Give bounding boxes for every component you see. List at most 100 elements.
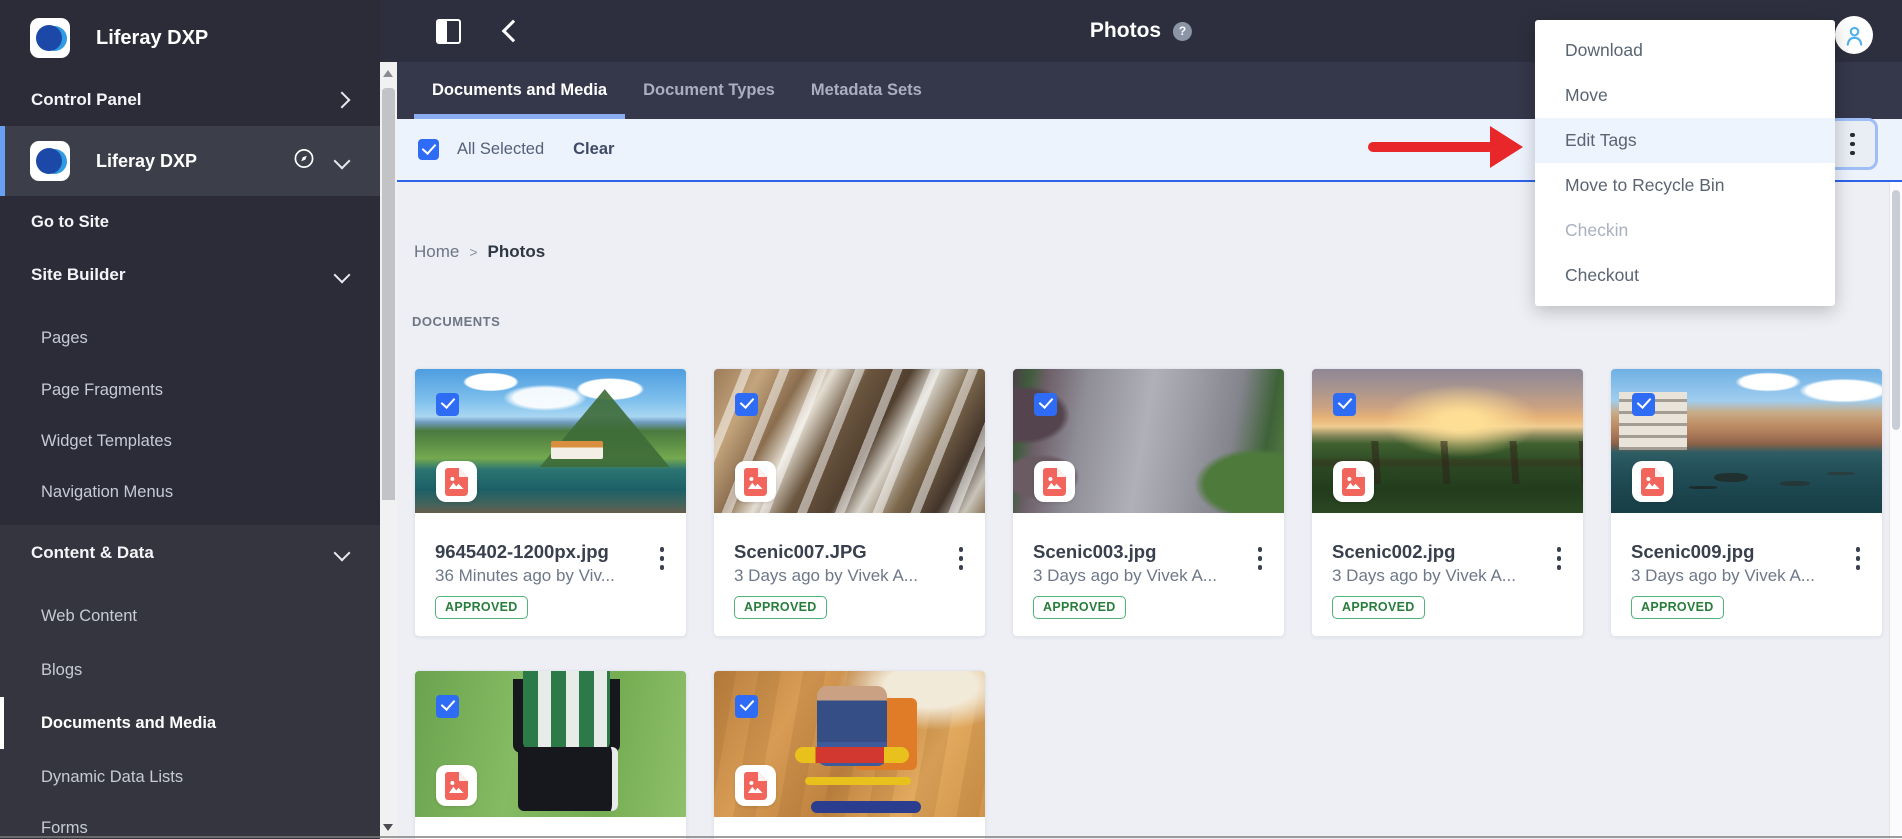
sidebar-item-go-to-site[interactable]: Go to Site [0,200,380,244]
card-checkbox-checked-icon[interactable] [1333,393,1356,416]
product-menu-toggle-icon[interactable] [436,18,461,44]
sidebar-item-widget-templates[interactable]: Widget Templates [0,419,380,463]
image-file-type-icon [1632,461,1673,502]
document-card[interactable]: Scenic002.jpg 3 Days ago by Vivek A... A… [1311,368,1584,637]
card-body: 9645402-1200px.jpg 36 Minutes ago by Viv… [415,513,686,619]
sidebar-item-dynamic-data-lists[interactable]: Dynamic Data Lists [0,755,380,799]
menu-item-checkout[interactable]: Checkout [1535,253,1835,298]
tab-metadata-sets[interactable]: Metadata Sets [793,62,940,119]
document-title: 9645402-1200px.jpg [435,541,609,562]
scroll-up-arrow-icon[interactable] [383,70,393,77]
status-badge: APPROVED [1033,596,1126,619]
document-card[interactable] [713,670,986,839]
sidebar-item-label: Web Content [41,606,138,625]
menu-item-move-to-recycle-bin[interactable]: Move to Recycle Bin [1535,163,1835,208]
documents-section-label: DOCUMENTS [412,314,501,329]
card-actions-kebab-icon[interactable] [958,547,963,570]
tab-document-types[interactable]: Document Types [625,62,793,119]
selection-status-label: All Selected [457,140,545,158]
help-icon[interactable]: ? [1173,21,1193,41]
clear-selection-button[interactable]: Clear [573,140,614,159]
person-icon [1846,26,1862,46]
document-thumbnail [1013,369,1284,513]
image-file-type-icon [1034,461,1075,502]
card-actions-kebab-icon[interactable] [1855,547,1860,570]
sidebar-item-label: Pages [41,328,88,347]
sidebar-item-forms[interactable]: Forms [0,806,380,839]
card-body: Scenic009.jpg 3 Days ago by Vivek A... A… [1611,513,1882,619]
chevron-right-icon [333,91,351,109]
card-actions-kebab-icon[interactable] [659,547,664,570]
status-badge: APPROVED [734,596,827,619]
image-file-type-icon [735,765,776,806]
breadcrumb-separator: > [469,244,478,260]
document-thumbnail [714,671,985,817]
document-card[interactable] [414,670,687,839]
card-checkbox-checked-icon[interactable] [1632,393,1655,416]
document-title: Scenic002.jpg [1332,541,1456,562]
card-checkbox-checked-icon[interactable] [436,393,459,416]
sidebar-item-page-fragments[interactable]: Page Fragments [0,368,380,412]
actions-dropdown-menu: Download Move Edit Tags Move to Recycle … [1535,20,1835,306]
breadcrumb: Home > Photos [414,242,545,262]
annotation-red-arrow-head [1490,126,1523,168]
document-thumbnail [1312,369,1583,513]
card-checkbox-checked-icon[interactable] [1034,393,1057,416]
image-file-type-icon [436,765,477,806]
menu-item-checkin: Checkin [1565,220,1629,240]
menu-item-move[interactable]: Move [1535,73,1835,118]
liferay-logo-icon [30,141,70,181]
sidebar-item-label: Widget Templates [41,431,172,450]
card-checkbox-checked-icon[interactable] [735,393,758,416]
document-modified-meta: 3 Days ago by Vivek A... [1033,566,1217,585]
sidebar-item-label: Dynamic Data Lists [41,767,184,786]
page-title: Photos [1089,19,1162,42]
document-card[interactable]: Scenic007.JPG 3 Days ago by Vivek A... A… [713,368,986,637]
document-thumbnail [415,369,686,513]
breadcrumb-home-link[interactable]: Home [414,242,459,262]
sidebar-item-documents-and-media[interactable]: Documents and Media [0,697,380,749]
scrollbar-thumb[interactable] [1892,190,1900,430]
document-card[interactable]: Scenic003.jpg 3 Days ago by Vivek A... A… [1012,368,1285,637]
sidebar-item-content-and-data[interactable]: Content & Data [0,531,380,575]
sidebar-item-pages[interactable]: Pages [0,316,380,360]
tab-documents-and-media[interactable]: Documents and Media [414,62,626,119]
user-avatar[interactable] [1835,16,1873,54]
liferay-logo-icon [30,18,70,58]
document-thumbnail [714,369,985,513]
status-badge: APPROVED [435,596,528,619]
scrollbar-thumb[interactable] [382,88,395,500]
sidebar-item-label: Forms [41,818,88,837]
card-body: Scenic007.JPG 3 Days ago by Vivek A... A… [714,513,985,619]
card-checkbox-checked-icon[interactable] [735,695,758,718]
sidebar-item-web-content[interactable]: Web Content [0,594,380,638]
scroll-down-arrow-icon[interactable] [383,824,393,831]
sidebar-item-label: Liferay DXP [96,150,198,171]
document-card[interactable]: 9645402-1200px.jpg 36 Minutes ago by Viv… [414,368,687,637]
image-file-type-icon [1333,461,1374,502]
card-actions-kebab-icon[interactable] [1556,547,1561,570]
chevron-down-icon [333,266,351,284]
card-actions-kebab-icon[interactable] [1257,547,1262,570]
back-chevron-icon[interactable] [501,19,525,43]
document-card-row [414,670,986,839]
document-card-row: 9645402-1200px.jpg 36 Minutes ago by Viv… [414,368,1883,637]
sidebar-item-blogs[interactable]: Blogs [0,648,380,692]
liferay-dxp-window: Liferay DXP Control Panel Liferay DXP Go… [0,0,1902,839]
card-checkbox-checked-icon[interactable] [436,695,459,718]
document-card[interactable]: Scenic009.jpg 3 Days ago by Vivek A... A… [1610,368,1883,637]
brand-title: Liferay DXP [96,26,209,49]
menu-item-edit-tags[interactable]: Edit Tags [1535,118,1835,163]
active-item-indicator [0,697,4,749]
sidebar-item-navigation-menus[interactable]: Navigation Menus [0,470,380,514]
chevron-down-icon [333,152,351,170]
sidebar-item-label: Navigation Menus [41,482,174,501]
select-all-checkbox-checked[interactable] [418,139,439,160]
menu-item-download[interactable]: Download [1535,28,1835,73]
sidebar-item-liferay-dxp-site[interactable]: Liferay DXP [0,126,380,196]
sidebar-item-site-builder[interactable]: Site Builder [0,253,380,297]
active-site-accent-bar [0,126,5,196]
sidebar-item-control-panel[interactable]: Control Panel [0,78,380,122]
document-title: Scenic007.JPG [734,541,867,562]
document-title: Scenic003.jpg [1033,541,1157,562]
